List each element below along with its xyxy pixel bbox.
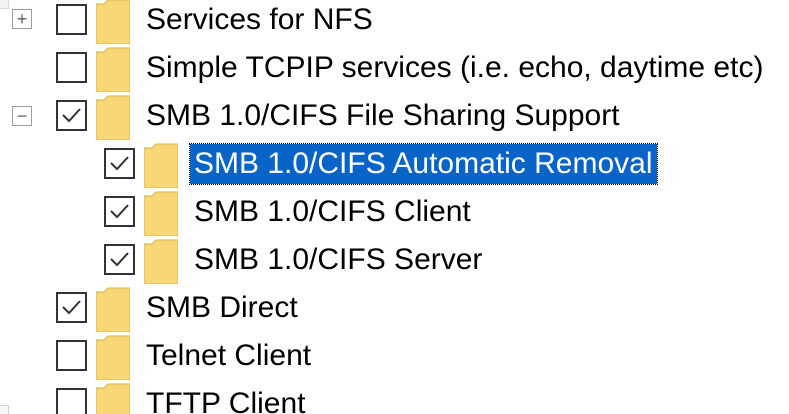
folder-icon — [96, 92, 130, 140]
checkbox-checked[interactable] — [104, 196, 135, 227]
folder-icon — [96, 284, 130, 332]
tree-item-label: SMB Direct — [146, 291, 298, 324]
folder-icon — [96, 380, 130, 414]
tree-item-simple-tcpip-services[interactable]: Simple TCPIP services (i.e. echo, daytim… — [0, 44, 789, 92]
checkbox-checked[interactable] — [104, 148, 135, 179]
checkmark-icon — [110, 204, 129, 219]
tree-item-label: SMB 1.0/CIFS File Sharing Support — [146, 99, 620, 132]
tree-item-smb-direct[interactable]: SMB Direct — [0, 284, 789, 332]
tree-item-smb-cifs-automatic-removal[interactable]: SMB 1.0/CIFS Automatic Removal — [0, 140, 789, 188]
tree-item-smb-cifs-server[interactable]: SMB 1.0/CIFS Server — [0, 236, 789, 284]
folder-icon — [96, 332, 130, 380]
checkmark-icon — [62, 300, 81, 315]
windows-features-tree: + Services for NFS Simple TCPIP services… — [0, 0, 789, 414]
checkbox[interactable] — [56, 388, 87, 414]
checkbox-checked[interactable] — [56, 100, 87, 131]
checkbox[interactable] — [56, 340, 87, 371]
tree-item-label: Telnet Client — [146, 339, 312, 372]
tree-item-smb-cifs-client[interactable]: SMB 1.0/CIFS Client — [0, 188, 789, 236]
checkbox[interactable] — [56, 52, 87, 83]
expand-icon[interactable]: + — [12, 9, 32, 29]
checkmark-icon — [110, 252, 129, 267]
checkmark-icon — [110, 156, 129, 171]
expand-symbol: + — [16, 9, 28, 29]
corner-tick — [0, 405, 9, 414]
checkmark-icon — [62, 108, 81, 123]
collapse-icon[interactable]: − — [12, 106, 32, 126]
checkbox[interactable] — [56, 4, 87, 35]
folder-icon — [144, 140, 178, 188]
tree-item-services-for-nfs[interactable]: + Services for NFS — [0, 0, 789, 44]
collapse-symbol: − — [16, 106, 28, 126]
folder-icon — [144, 236, 178, 284]
tree-item-telnet-client[interactable]: Telnet Client — [0, 332, 789, 380]
folder-icon — [144, 188, 178, 236]
tree-item-label: TFTP Client — [146, 387, 306, 414]
tree-item-label: SMB 1.0/CIFS Server — [194, 243, 483, 276]
tree-item-label: Simple TCPIP services (i.e. echo, daytim… — [146, 51, 764, 84]
checkbox-checked[interactable] — [104, 244, 135, 275]
folder-icon — [96, 0, 130, 44]
tree-item-smb-cifs-file-sharing-support[interactable]: − SMB 1.0/CIFS File Sharing Support — [0, 92, 789, 140]
tree-item-label: SMB 1.0/CIFS Client — [194, 195, 471, 228]
tree-item-label: Services for NFS — [146, 3, 373, 36]
checkbox-checked[interactable] — [56, 292, 87, 323]
tree-item-label-selected: SMB 1.0/CIFS Automatic Removal — [189, 143, 658, 185]
tree-item-tftp-client[interactable]: TFTP Client — [0, 380, 789, 414]
folder-icon — [96, 44, 130, 92]
